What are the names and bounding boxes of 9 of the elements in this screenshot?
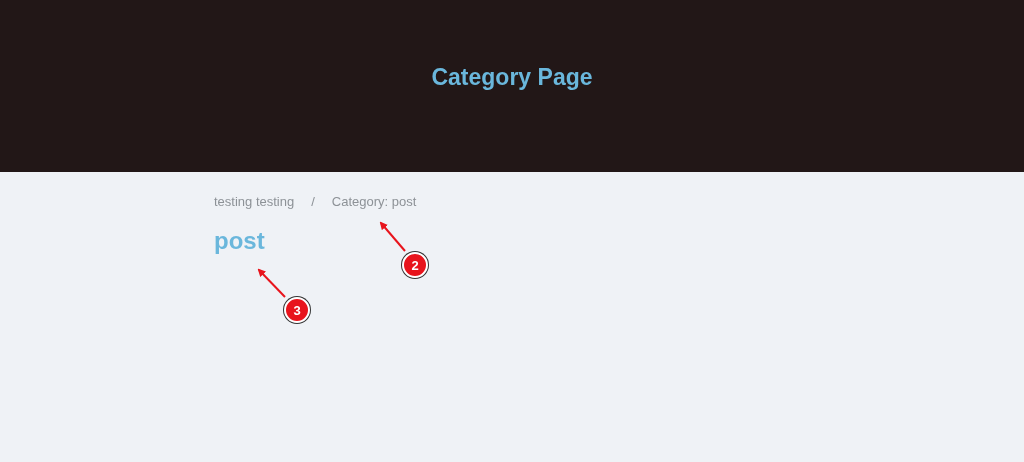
annotation-arrow xyxy=(257,268,286,298)
callout-number: 3 xyxy=(284,297,310,323)
breadcrumb-separator: / xyxy=(311,194,315,209)
breadcrumb-item[interactable]: testing testing xyxy=(214,194,295,209)
annotation-arrow xyxy=(379,221,406,252)
breadcrumb-item: Category: post xyxy=(331,194,417,209)
page-title: Category Page xyxy=(431,63,593,91)
category-heading: post xyxy=(214,227,265,255)
callout-number: 2 xyxy=(402,252,428,278)
